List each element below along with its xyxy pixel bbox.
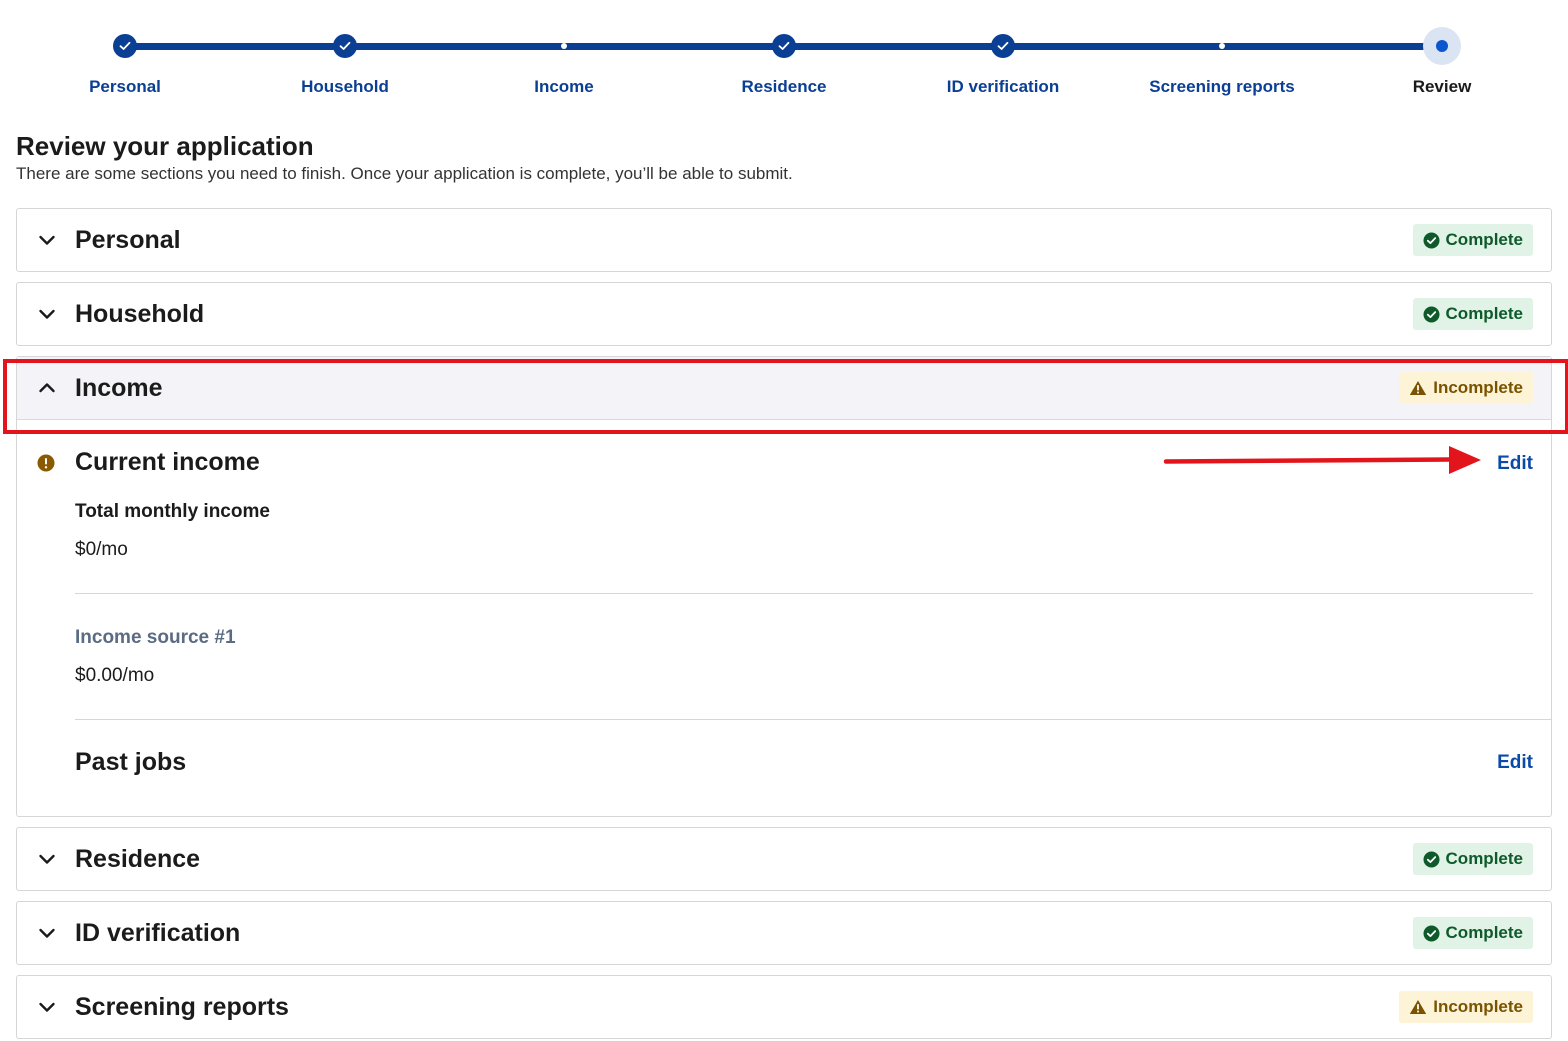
check-circle-icon — [1423, 851, 1440, 867]
check-circle-icon — [1423, 232, 1440, 248]
page-subtitle: There are some sections you need to fini… — [16, 164, 793, 183]
progress-stepper: Personal Household Income Residence ID v… — [0, 0, 1568, 110]
edit-current-income-link[interactable]: Edit — [1497, 453, 1533, 475]
section-title: Residence — [75, 844, 201, 873]
section-header-personal[interactable]: Personal Complete — [17, 209, 1551, 271]
status-badge-label: Complete — [1445, 923, 1523, 942]
chevron-down-icon — [39, 235, 55, 245]
section-title: ID verification — [75, 918, 241, 947]
warning-triangle-icon — [1410, 381, 1427, 395]
status-badge: Complete — [1412, 224, 1533, 256]
step-label: Residence — [741, 77, 827, 96]
divider — [75, 593, 1533, 594]
step-personal[interactable]: Personal — [15, 0, 235, 110]
section-id-verification: ID verification Complete — [16, 901, 1552, 965]
chevron-down-icon — [39, 854, 55, 864]
step-residence[interactable]: Residence — [674, 0, 894, 110]
section-header-residence[interactable]: Residence Complete — [17, 828, 1551, 890]
section-title: Personal — [75, 225, 181, 254]
check-circle-icon — [1423, 925, 1440, 941]
checkmark-icon — [113, 34, 137, 58]
edit-past-jobs-link[interactable]: Edit — [1497, 752, 1533, 774]
exclamation-circle-icon — [37, 454, 55, 472]
checkmark-icon — [991, 34, 1015, 58]
section-screening-reports: Screening reports Incomplete — [16, 975, 1552, 1039]
step-income[interactable]: Income — [454, 0, 674, 110]
section-residence: Residence Complete — [16, 827, 1552, 891]
step-dot-icon — [552, 34, 576, 58]
income-details: Current income Edit Total monthly income… — [17, 420, 1551, 816]
step-label: Personal — [89, 77, 161, 96]
status-badge-label: Complete — [1445, 849, 1523, 868]
status-badge-label: Incomplete — [1433, 378, 1523, 397]
checkmark-icon — [333, 34, 357, 58]
section-header-income[interactable]: Income Incomplete — [17, 357, 1551, 420]
section-personal: Personal Complete — [16, 208, 1552, 272]
step-household[interactable]: Household — [235, 0, 455, 110]
step-label: ID verification — [946, 77, 1060, 96]
step-label: Review — [1412, 77, 1472, 96]
divider — [75, 719, 1551, 720]
step-label: Income — [534, 77, 594, 96]
chevron-down-icon — [39, 1002, 55, 1012]
status-badge-label: Incomplete — [1433, 997, 1523, 1016]
section-header-screening-reports[interactable]: Screening reports Incomplete — [17, 976, 1551, 1038]
step-id-verification[interactable]: ID verification — [893, 0, 1113, 110]
section-title: Income — [75, 373, 163, 402]
check-circle-icon — [1423, 306, 1440, 322]
status-badge: Complete — [1412, 917, 1533, 949]
section-title: Screening reports — [75, 992, 289, 1021]
section-household: Household Complete — [16, 282, 1552, 346]
income-source-value: $0.00/mo — [75, 665, 155, 686]
status-badge: Incomplete — [1399, 991, 1533, 1023]
section-header-id-verification[interactable]: ID verification Complete — [17, 902, 1551, 964]
step-review[interactable]: Review — [1332, 0, 1552, 110]
section-header-household[interactable]: Household Complete — [17, 283, 1551, 345]
page-title: Review your application — [16, 131, 314, 161]
total-monthly-income-value: $0/mo — [75, 539, 128, 560]
warning-triangle-icon — [1410, 1000, 1427, 1014]
section-income: Income Incomplete Current income Edit To… — [16, 356, 1552, 817]
total-monthly-income-label: Total monthly income — [75, 501, 270, 522]
status-badge: Complete — [1412, 298, 1533, 330]
chevron-up-icon — [39, 383, 55, 393]
current-income-title: Current income — [75, 448, 260, 476]
status-badge-label: Complete — [1445, 230, 1523, 249]
status-badge: Incomplete — [1399, 372, 1533, 404]
checkmark-icon — [772, 34, 796, 58]
step-screening-reports[interactable]: Screening reports — [1112, 0, 1332, 110]
chevron-down-icon — [39, 309, 55, 319]
past-jobs-title: Past jobs — [75, 748, 187, 776]
step-dot-icon — [1210, 34, 1234, 58]
step-label: Screening reports — [1149, 77, 1295, 96]
current-step-icon — [1423, 27, 1461, 65]
status-badge-label: Complete — [1445, 304, 1523, 323]
chevron-down-icon — [39, 928, 55, 938]
status-badge: Complete — [1412, 843, 1533, 875]
step-label: Household — [301, 77, 389, 96]
income-source-label: Income source #1 — [75, 627, 236, 648]
section-title: Household — [75, 299, 205, 328]
